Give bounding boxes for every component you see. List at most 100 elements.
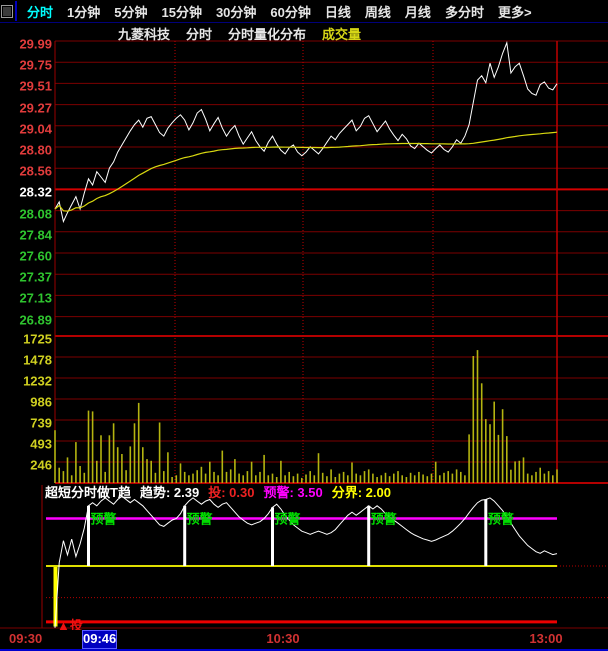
volume-bar	[397, 471, 399, 483]
alarm-text-label: 预警	[186, 511, 213, 527]
volume-bar	[263, 454, 265, 483]
volume-bar	[413, 475, 416, 483]
volume-bar	[179, 463, 182, 483]
volume-bar	[485, 419, 487, 483]
volume-bar	[116, 447, 119, 483]
time-label-mid: 10:30	[266, 631, 300, 646]
volume-bar	[514, 461, 516, 483]
volume-bar	[79, 466, 81, 483]
intraday-chart[interactable]	[0, 0, 608, 651]
time-label-start: 09:30	[9, 631, 43, 646]
indicator-field-投: 投: 0.30	[208, 484, 255, 500]
volume-bar	[501, 409, 504, 483]
time-label-end: 13:00	[529, 631, 563, 646]
price-axis-label: 27.60	[19, 248, 52, 264]
volume-bar	[280, 460, 282, 483]
volume-bar	[108, 435, 111, 483]
price-axis-label: 28.80	[19, 142, 52, 158]
volume-bar	[146, 459, 148, 483]
indicator-name[interactable]: 超短分时做T趋	[45, 482, 131, 501]
volume-bar	[409, 472, 412, 483]
volume-axis-label: 246	[30, 457, 52, 473]
volume-axis-label: 739	[30, 415, 52, 431]
volume-axis-label: 986	[30, 394, 52, 410]
volume-bar	[464, 475, 466, 483]
volume-bar	[535, 471, 537, 483]
volume-bar	[443, 472, 445, 483]
volume-bar	[468, 434, 470, 483]
volume-bar	[506, 436, 508, 483]
price-axis-label: 29.99	[19, 36, 52, 52]
alarm-text-label: 预警	[274, 511, 301, 527]
volume-bar	[75, 442, 77, 483]
volume-bar	[91, 411, 94, 483]
indicator-line	[54, 495, 558, 628]
volume-bar	[87, 410, 90, 483]
volume-bar	[150, 460, 152, 483]
volume-bar	[472, 356, 475, 483]
alarm-signal-bar	[484, 499, 488, 566]
volume-bar	[455, 469, 458, 483]
volume-bar	[418, 471, 420, 483]
volume-bar	[522, 457, 525, 483]
volume-bar	[543, 473, 546, 483]
volume-bar	[422, 474, 424, 483]
indicator-header: 超短分时做T趋 趋势: 2.39 投: 0.30 预警: 3.50 分界: 2.00	[45, 482, 391, 501]
volume-bar	[518, 460, 521, 483]
volume-bar	[447, 471, 449, 483]
time-axis: 09:30 09:46 10:30 13:00	[0, 630, 608, 649]
volume-bar	[434, 461, 437, 483]
volume-bar	[430, 473, 433, 483]
alarm-text-label: 预警	[487, 511, 514, 527]
volume-bar	[129, 446, 132, 483]
price-axis-label: 29.27	[19, 100, 52, 116]
price-axis-label: 29.75	[19, 57, 52, 73]
alarm-text-label: 预警	[90, 511, 117, 527]
volume-bar	[96, 460, 98, 483]
time-highlight-box[interactable]: 09:46	[82, 630, 117, 649]
price-axis-label: 28.32	[19, 184, 52, 200]
price-axis-label: 29.51	[19, 78, 52, 94]
volume-bar	[209, 461, 211, 483]
volume-axis-label: 1725	[23, 331, 52, 347]
volume-bar	[393, 473, 395, 483]
price-axis-label: 28.56	[19, 163, 52, 179]
volume-bar	[221, 450, 224, 483]
volume-bar	[100, 435, 102, 483]
volume-bar	[137, 402, 140, 483]
indicator-field-趋势: 趋势: 2.39	[139, 484, 200, 500]
volume-bar	[493, 401, 495, 483]
volume-bar	[439, 475, 441, 483]
price-line	[54, 40, 558, 224]
volume-bar	[489, 424, 491, 483]
alarm-text-label: 预警	[370, 511, 397, 527]
price-axis-label: 28.08	[19, 206, 52, 222]
volume-bar	[54, 430, 56, 483]
volume-bar	[547, 471, 550, 483]
volume-bar	[234, 459, 236, 483]
volume-axis-label: 493	[30, 436, 52, 452]
volume-bar	[539, 467, 541, 483]
average-price-line	[54, 131, 558, 212]
volume-bar	[526, 473, 529, 483]
volume-bar	[401, 475, 403, 483]
volume-bar	[66, 457, 69, 483]
volume-bar	[476, 350, 479, 483]
volume-bar	[158, 422, 161, 483]
volume-bar	[112, 423, 115, 483]
volume-bar	[351, 462, 353, 483]
indicator-values: 趋势: 2.39 投: 0.30 预警: 3.50 分界: 2.00	[140, 482, 391, 501]
volume-bar	[556, 469, 558, 483]
volume-bar	[142, 447, 144, 483]
volume-bar	[405, 477, 408, 483]
price-axis-label: 29.04	[19, 121, 52, 137]
volume-bar	[531, 475, 533, 483]
price-axis-label: 27.84	[19, 227, 52, 243]
volume-bar	[510, 469, 512, 483]
volume-axis-label: 1232	[23, 373, 52, 389]
volume-bar	[497, 434, 500, 483]
volume-bar	[250, 461, 253, 483]
indicator-field-预警: 预警: 3.50	[263, 484, 323, 500]
trading-terminal-window: 分时 1分钟 5分钟 15分钟 30分钟 60分钟 日线 周线 月线 多分时 更多> 九菱科技 分时…	[0, 0, 608, 651]
volume-bar	[121, 454, 123, 483]
